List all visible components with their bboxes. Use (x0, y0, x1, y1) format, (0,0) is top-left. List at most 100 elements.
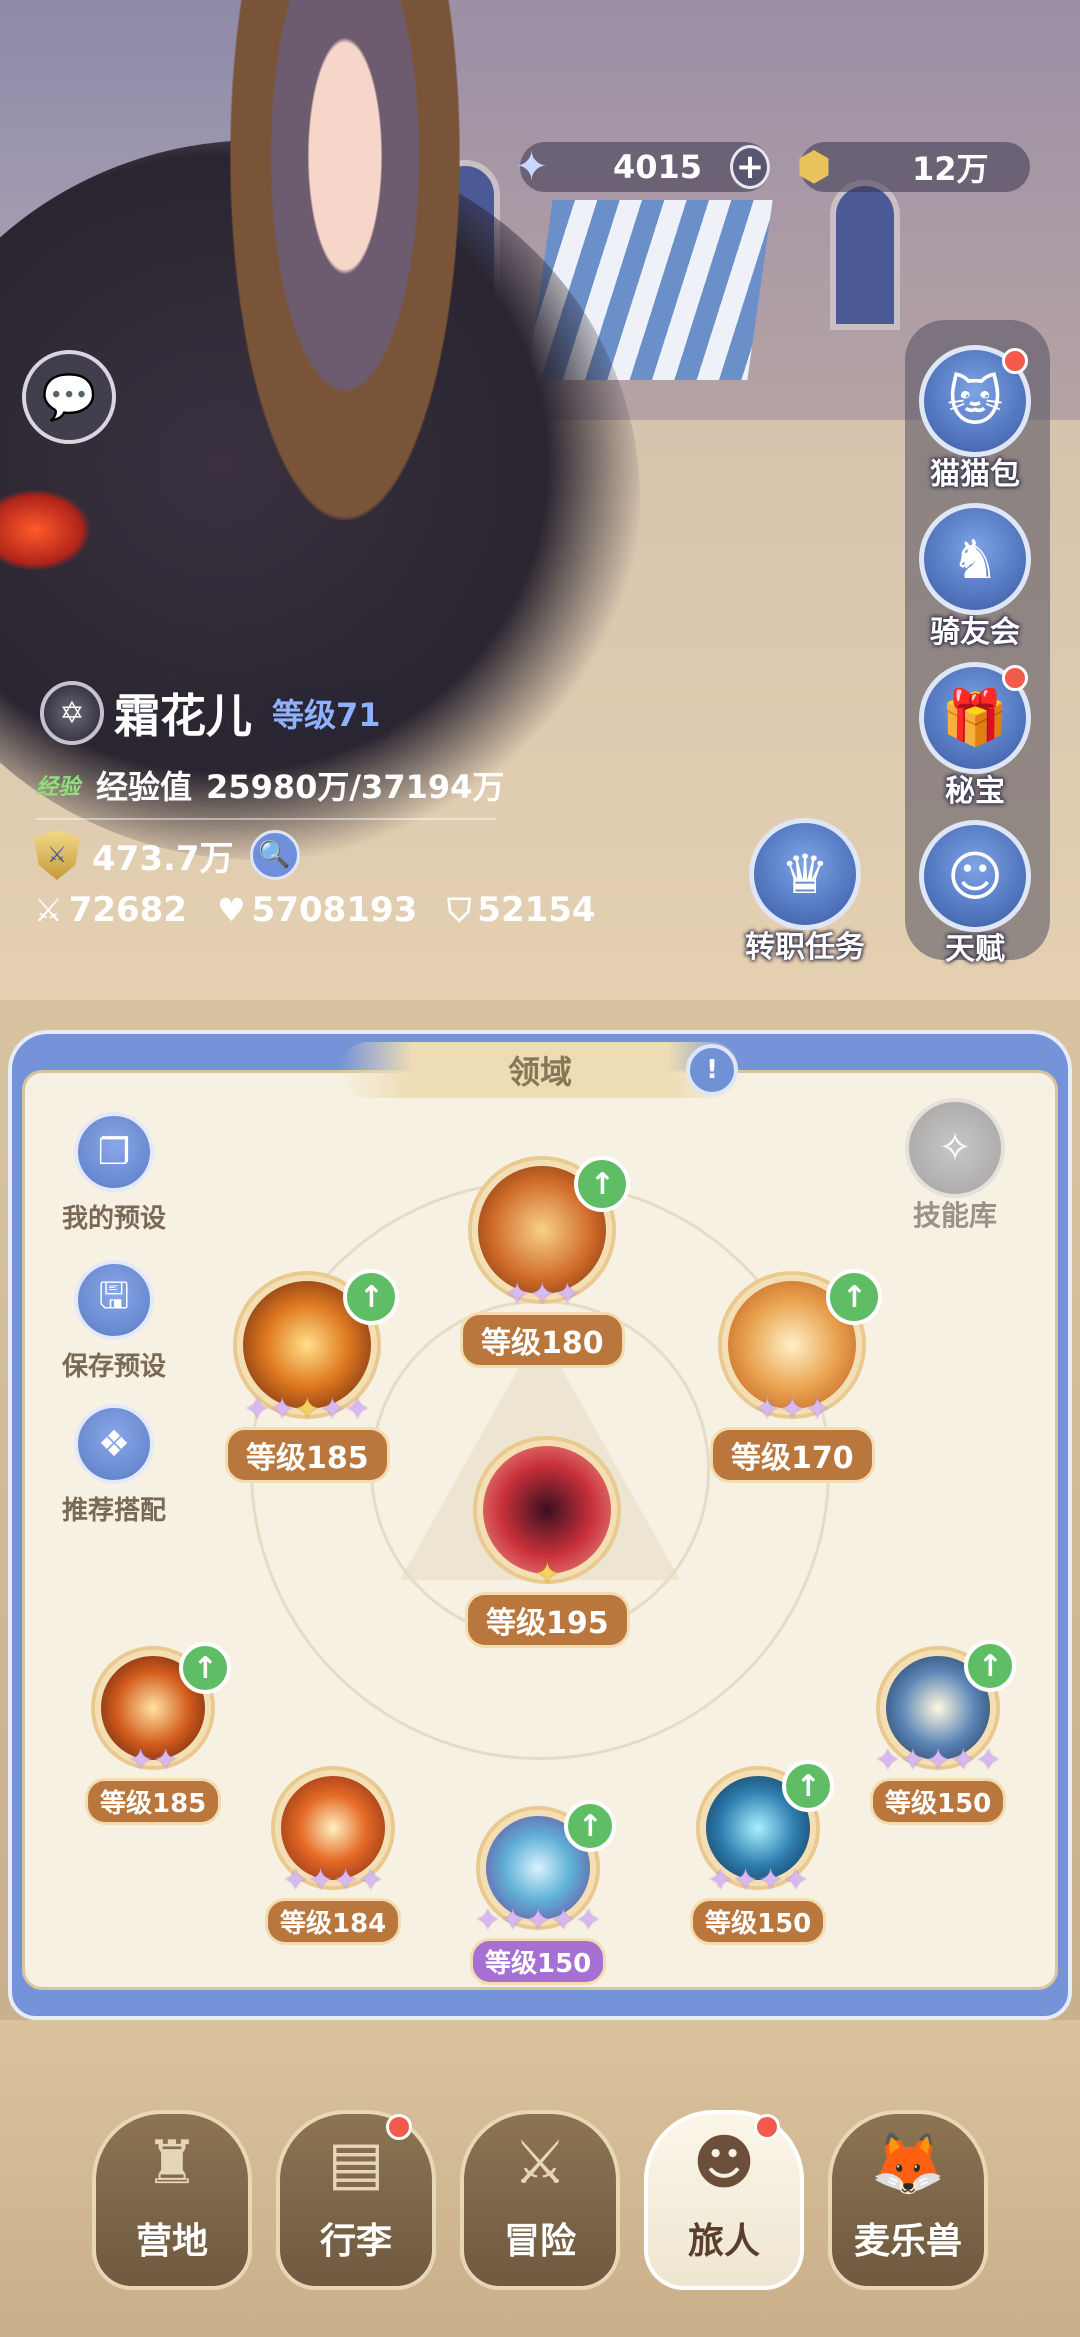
hp-value: 5708193 (251, 890, 418, 930)
player-character (230, 0, 460, 520)
info-book-icon: ! (706, 1055, 718, 1085)
cards-icon: ❐ (74, 1112, 154, 1192)
skill-library-button[interactable]: ✧ 技能库 (890, 1098, 1020, 1234)
gold-currency: ⬢ 12万 (797, 142, 1030, 192)
crossed-swords-icon: ⚔ (34, 891, 63, 929)
skill-slot-bottom-right-2[interactable]: ↑ ✦ ✦ ✦ ✦ 等级150 (690, 1760, 835, 1945)
combat-power-row: ⚔ 473.7万 🔍 (34, 830, 300, 880)
skill-stars: ✦ ✦ ✦ ✦ (707, 1863, 809, 1898)
skill-stars: ✦ ✦ ✦ ✦ ✦ (875, 1743, 1001, 1778)
skill-stars: ✦ ✦ ✦ (504, 1277, 581, 1312)
attack-stat: ⚔ 72682 (34, 890, 187, 930)
skill-slot-bottom-left-2[interactable]: ✦ ✦ ✦ ✦ 等级184 (265, 1770, 402, 1945)
skill-book-icon: ✧ (905, 1098, 1005, 1198)
shield-icon: ⛉ (447, 890, 472, 929)
upgrade-arrow-icon: ↑ (574, 1156, 631, 1212)
skill-level: 等级184 (265, 1898, 402, 1945)
notification-dot (386, 2114, 412, 2140)
player-name: 霜花儿 (114, 689, 252, 743)
nav-luggage[interactable]: ▤ 行李 (276, 2110, 436, 2300)
rider-club-button[interactable]: ♞ 骑友会 (900, 503, 1050, 651)
exp-value: 25980万/37194万 (206, 768, 505, 806)
combat-power-icon: ⚔ (34, 830, 80, 880)
nav-adventure[interactable]: ⚔ 冒险 (460, 2110, 620, 2300)
talent-button[interactable]: ☺ 天赋 (900, 820, 1050, 968)
nav-luggage-label: 行李 (319, 2221, 392, 2262)
skill-slot-bottom-left-1[interactable]: ↑ ✦ ✦ 等级185 (85, 1642, 232, 1825)
skill-level: 等级195 (465, 1592, 630, 1648)
stats-row: ⚔ 72682 ♥ 5708193 ⛉ 52154 (34, 890, 626, 930)
star-gem-icon: ✦ (514, 144, 549, 190)
save-preset-label: 保存预设 (61, 1352, 166, 1382)
skill-slot-center[interactable]: ✦ 等级195 (465, 1440, 630, 1648)
chat-bubble-icon: 💬 (41, 372, 97, 423)
combat-power-value: 473.7万 (92, 838, 234, 879)
notification-dot (754, 2114, 780, 2140)
nav-pets[interactable]: 🦊 麦乐兽 (828, 2110, 988, 2300)
crown-icon: ♛ (749, 818, 861, 930)
nav-pets-label: 麦乐兽 (853, 2221, 962, 2262)
notification-dot (1002, 665, 1028, 691)
upgrade-arrow-icon: ↑ (564, 1800, 617, 1852)
domain-info-button[interactable]: ! (686, 1044, 738, 1096)
backpack-icon: ▤ (327, 2128, 385, 2198)
heart-icon: ♥ (216, 891, 246, 929)
domain-title: 领域 (340, 1042, 740, 1098)
defense-stat: ⛉ 52154 (447, 890, 595, 930)
add-currency-button[interactable]: + (730, 145, 770, 189)
background-window (830, 180, 900, 330)
skill-stars: ✦ ✦ ✦ ✦ ✦ (244, 1392, 371, 1427)
upgrade-arrow-icon: ↑ (782, 1760, 835, 1812)
search-icon: 🔍 (258, 840, 291, 870)
castle-icon: ♜ (145, 2128, 199, 2198)
treasure-chest-icon: 🎁 (919, 662, 1031, 774)
skill-stars: ✦ ✦ ✦ ✦ (282, 1863, 384, 1898)
skill-level: 等级150 (690, 1898, 827, 1945)
fox-face-icon: 🦊 (870, 2129, 946, 2199)
skill-stars: ✦ (534, 1557, 560, 1592)
character-face-icon: ☻ (692, 2128, 756, 2198)
exp-tag: 经验 (36, 775, 81, 800)
experience-row: 经验 经验值 25980万/37194万 (36, 762, 504, 808)
power-detail-button[interactable]: 🔍 (249, 830, 300, 880)
upgrade-arrow-icon: ↑ (964, 1640, 1017, 1692)
skill-library-label: 技能库 (912, 1199, 997, 1232)
nav-camp-label: 营地 (135, 2221, 208, 2262)
chat-button[interactable]: 💬 (22, 350, 116, 444)
upgrade-arrow-icon: ↑ (343, 1269, 400, 1325)
skill-slot-bottom-right-1[interactable]: ↑ ✦ ✦ ✦ ✦ ✦ 等级150 (870, 1640, 1017, 1825)
player-emblem-icon[interactable]: ✡ (40, 681, 104, 745)
skill-slot-top[interactable]: ↑ ✦ ✦ ✦ 等级180 (460, 1156, 631, 1368)
skill-slot-right[interactable]: ↑ ✦ ✦ ✦ 等级170 (710, 1269, 883, 1483)
recommend-button[interactable]: ❖ 推荐搭配 (24, 1404, 204, 1527)
skill-slot-left[interactable]: ↑ ✦ ✦ ✦ ✦ ✦ 等级185 (225, 1269, 400, 1483)
save-disk-icon: 🖫 (74, 1260, 154, 1340)
info-divider (36, 818, 496, 820)
nav-traveler[interactable]: ☻ 旅人 (644, 2110, 804, 2300)
save-preset-button[interactable]: 🖫 保存预设 (24, 1260, 204, 1383)
skill-level: 等级185 (85, 1778, 222, 1825)
crossed-swords-icon: ⚔ (513, 2128, 567, 2198)
upgrade-arrow-icon: ↑ (179, 1642, 232, 1694)
cat-bag-button[interactable]: 🐱 猫猫包 (900, 345, 1050, 493)
treasure-button[interactable]: 🎁 秘宝 (900, 662, 1050, 810)
nav-camp[interactable]: ♜ 营地 (92, 2110, 252, 2300)
recommend-label: 推荐搭配 (61, 1496, 166, 1526)
gold-currency-value: 12万 (912, 150, 989, 188)
skill-level: 等级150 (470, 1938, 607, 1985)
notification-dot (1002, 348, 1028, 374)
skill-level: 等级185 (225, 1427, 390, 1483)
player-name-row: ✡ 霜花儿 等级71 (40, 680, 391, 746)
nav-adventure-label: 冒险 (503, 2221, 576, 2262)
skill-level: 等级150 (870, 1778, 1007, 1825)
skill-slot-bottom-center[interactable]: ↑ ✦ ✦ ✦ ✦ ✦ 等级150 (470, 1800, 617, 1985)
my-presets-button[interactable]: ❐ 我的预设 (24, 1112, 204, 1235)
skill-stars: ✦ ✦ (128, 1743, 179, 1778)
brain-head-icon: ☺ (919, 820, 1031, 932)
skill-level: 等级170 (710, 1427, 875, 1483)
cat-bag-icon: 🐱 (919, 345, 1031, 457)
mount-eye (0, 490, 90, 570)
nav-traveler-label: 旅人 (687, 2221, 760, 2262)
star-currency: ✦ 4015 + (515, 142, 770, 192)
job-task-button[interactable]: ♛ 转职任务 (730, 818, 880, 966)
